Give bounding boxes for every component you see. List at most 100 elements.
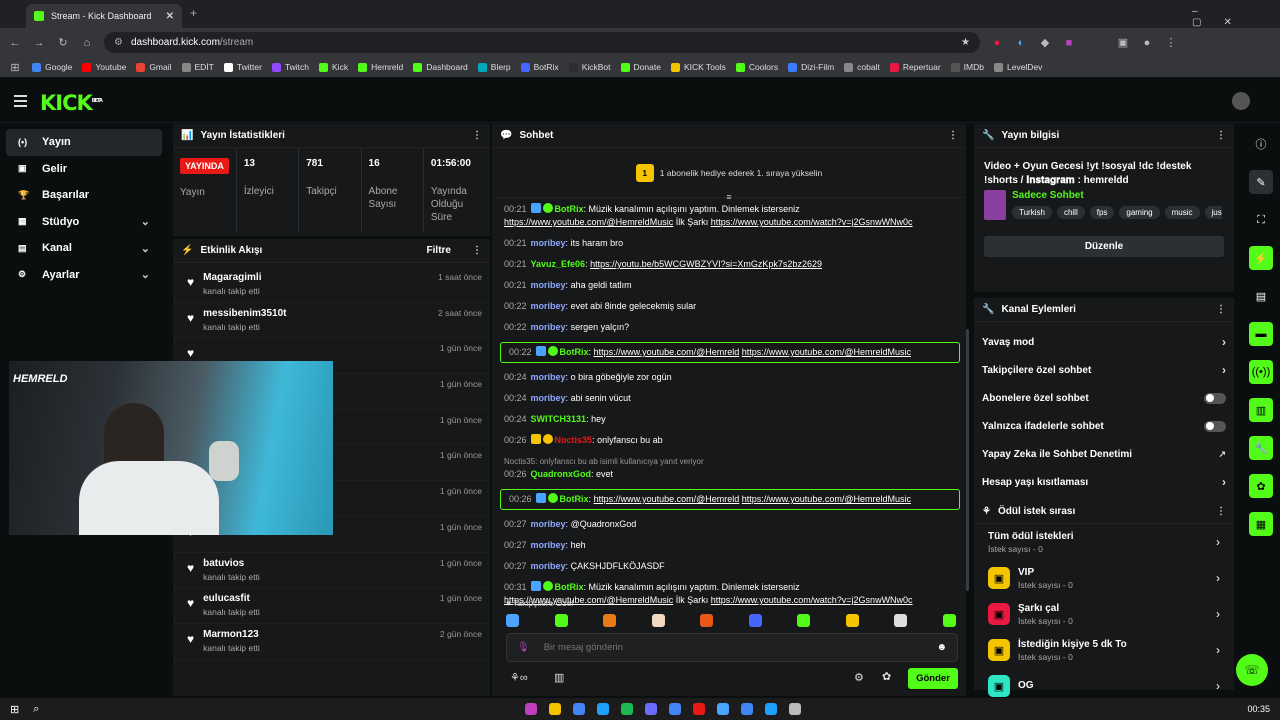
bookmark-item[interactable]: Blerp (477, 62, 511, 72)
clapper-icon[interactable]: ▦ (1249, 512, 1273, 536)
pinned-gift-banner[interactable]: 1 1 abonelik hediye ederek 1. sıraya yük… (492, 148, 966, 198)
avatar[interactable] (1232, 92, 1250, 110)
chat-message[interactable]: 00:21 Yavuz_Efe06: https://youtu.be/b5WCG… (492, 258, 966, 271)
message-user[interactable]: QuadronxGod (531, 469, 592, 479)
chat-message[interactable]: 00:24 SWITCH3131: hey (492, 413, 966, 426)
sidebar-item-başarılar[interactable]: 🏆 Başarılar (6, 182, 162, 209)
new-tab-icon[interactable]: + (190, 6, 197, 20)
channel-action-item[interactable]: Takipçilere özel sohbet › (974, 356, 1234, 384)
chat-message[interactable]: 00:21 moribey: its haram bro (492, 237, 966, 250)
help-chat-icon[interactable]: ☏ (1236, 654, 1268, 686)
category-name[interactable]: Sadece Sohbet (1012, 190, 1222, 201)
more-options-icon[interactable]: ⋮ (948, 130, 958, 141)
bookmark-item[interactable]: IMDb (950, 62, 984, 72)
reward-request-item[interactable]: ▣ VIP İstek sayısı - 0 › (974, 560, 1234, 596)
settings-gear-icon[interactable]: ⚙ (854, 671, 864, 684)
channel-action-item[interactable]: Hesap yaşı kısıtlaması › (974, 468, 1234, 496)
send-button[interactable]: Gönder (908, 668, 958, 689)
message-user[interactable]: SWITCH3131 (531, 414, 587, 424)
taskbar-app-icon[interactable] (549, 703, 562, 715)
chat-message[interactable]: 00:24 moribey: abi senin vücut (492, 392, 966, 405)
browser-tab[interactable]: Stream - Kick Dashboard ✕ (26, 4, 182, 28)
message-link[interactable]: https://www.youtube.com/@HemreldMusic (742, 494, 911, 504)
extension-icon[interactable]: ◆ (1038, 36, 1052, 49)
bookmark-item[interactable]: Twitch (271, 62, 309, 72)
rewards-icon[interactable]: ✿ (1249, 474, 1273, 498)
message-link[interactable]: https://www.youtube.com/@HemreldMusic (504, 217, 673, 227)
reload-icon[interactable]: ↻ (56, 36, 70, 49)
channel-action-item[interactable]: Yalnızca ifadelerle sohbet (974, 412, 1234, 440)
chat-message[interactable]: 00:27 moribey: heh (492, 539, 966, 552)
emote-icon[interactable] (942, 614, 956, 627)
windows-start-icon[interactable]: ⊞ (10, 703, 19, 716)
emote-icon[interactable] (506, 614, 519, 627)
chat-input[interactable]: 🎙 ☻ (506, 633, 958, 662)
message-user[interactable]: moribey (531, 519, 566, 529)
bookmark-item[interactable]: Repertuar (889, 62, 941, 72)
chat-scrollbar[interactable] (966, 329, 969, 591)
taskbar-app-icon[interactable] (765, 703, 778, 715)
emote-icon[interactable] (797, 614, 811, 627)
extensions-icon[interactable]: ▣ (1116, 36, 1130, 49)
rewards-icon[interactable]: ⚘∞ (510, 671, 528, 684)
reward-request-item[interactable]: ▣ İstediğin kişiye 5 dk To İstek sayısı - … (974, 632, 1234, 668)
bookmark-item[interactable]: KickBot (568, 62, 611, 72)
wrench-icon[interactable]: 🔧 (1249, 436, 1273, 460)
reward-request-item[interactable]: ▣ Şarkı çal İstek sayısı - 0 › (974, 596, 1234, 632)
menu-icon[interactable]: ⋮ (1164, 36, 1178, 49)
bookmark-item[interactable]: Coolors (735, 62, 778, 72)
more-options-icon[interactable]: ⋮ (1216, 506, 1226, 517)
message-user[interactable]: Yavuz_Efe06 (531, 259, 586, 269)
profile-icon[interactable]: ● (1140, 37, 1154, 49)
emote-icon[interactable] (894, 614, 908, 627)
window-controls[interactable]: –▢✕ (1192, 6, 1280, 28)
taskbar-app-icon[interactable] (789, 703, 802, 715)
mod-tools-icon[interactable]: ✿ (882, 670, 891, 683)
chat-message[interactable]: 00:24 moribey: o bira göbeğiyle zor ogün (492, 371, 966, 384)
stream-tag[interactable]: Turkish (1012, 206, 1052, 219)
stream-tag[interactable]: chill (1056, 206, 1085, 219)
menu-hamburger-icon[interactable] (14, 95, 27, 110)
apps-grid-icon[interactable]: ⊞ (8, 61, 22, 74)
bookmark-item[interactable]: BotRix (520, 62, 559, 72)
message-user[interactable]: BotRix (555, 582, 584, 592)
message-link[interactable]: https://www.youtube.com/@Hemreld (594, 494, 740, 504)
taskbar-app-icon[interactable] (645, 703, 658, 715)
storage-icon[interactable]: ▥ (1249, 398, 1273, 422)
chat-icon[interactable]: ▬ (1249, 322, 1273, 346)
taskbar-app-icon[interactable] (717, 703, 730, 715)
home-icon[interactable]: ⌂ (80, 37, 94, 49)
bookmark-item[interactable]: Donate (620, 62, 661, 72)
message-user[interactable]: moribey (531, 322, 566, 332)
more-options-icon[interactable]: ⋮ (472, 245, 482, 256)
stream-tag[interactable]: justc (1204, 206, 1222, 219)
message-input[interactable] (543, 642, 923, 653)
bookmark-star-icon[interactable]: ★ (961, 37, 970, 48)
chat-message[interactable]: 00:22 moribey: evet abi 8inde gelecekmiş … (492, 300, 966, 313)
sidebar-item-ayarlar[interactable]: ⚙ Ayarlar ⌄ (6, 262, 162, 289)
extension-icon[interactable]: ● (990, 37, 1004, 49)
more-options-icon[interactable]: ⋮ (1216, 130, 1226, 141)
emote-icon[interactable] (748, 614, 762, 627)
emote-icon[interactable] (554, 614, 568, 627)
chat-message[interactable]: 00:26 BotRix: https://www.youtube.com/@He… (500, 489, 960, 510)
message-link[interactable]: https://www.youtube.com/@Hemreld (594, 347, 740, 357)
taskbar-app-icon[interactable] (693, 703, 706, 715)
bookmark-item[interactable]: Kick (319, 62, 348, 72)
chat-message[interactable]: 00:27 moribey: ÇAKSHJDFLKÖJASDF (492, 560, 966, 573)
sidebar-item-stüdyo[interactable]: ▦ Stüdyo ⌄ (6, 209, 162, 236)
bookmark-item[interactable]: LevelDev (993, 62, 1042, 72)
bookmark-item[interactable]: KICK Tools (670, 62, 726, 72)
reward-request-item[interactable]: Tüm ödül istekleri İstek sayısı - 0 › (974, 524, 1234, 560)
emote-icon[interactable] (603, 614, 617, 627)
broadcast-icon[interactable]: ((•)) (1249, 360, 1273, 384)
message-user[interactable]: moribey (531, 238, 566, 248)
emote-icon[interactable] (700, 614, 714, 627)
bookmark-item[interactable]: Hemreld (358, 62, 403, 72)
message-user[interactable]: BotRix (560, 347, 589, 357)
taskbar-app-icon[interactable] (741, 703, 754, 715)
taskbar-app-icon[interactable] (621, 703, 634, 715)
edit-pencil-icon[interactable]: ✎ (1249, 170, 1273, 194)
filter-button[interactable]: Filtre (427, 245, 451, 256)
sidebar-item-kanal[interactable]: ▤ Kanal ⌄ (6, 235, 162, 262)
